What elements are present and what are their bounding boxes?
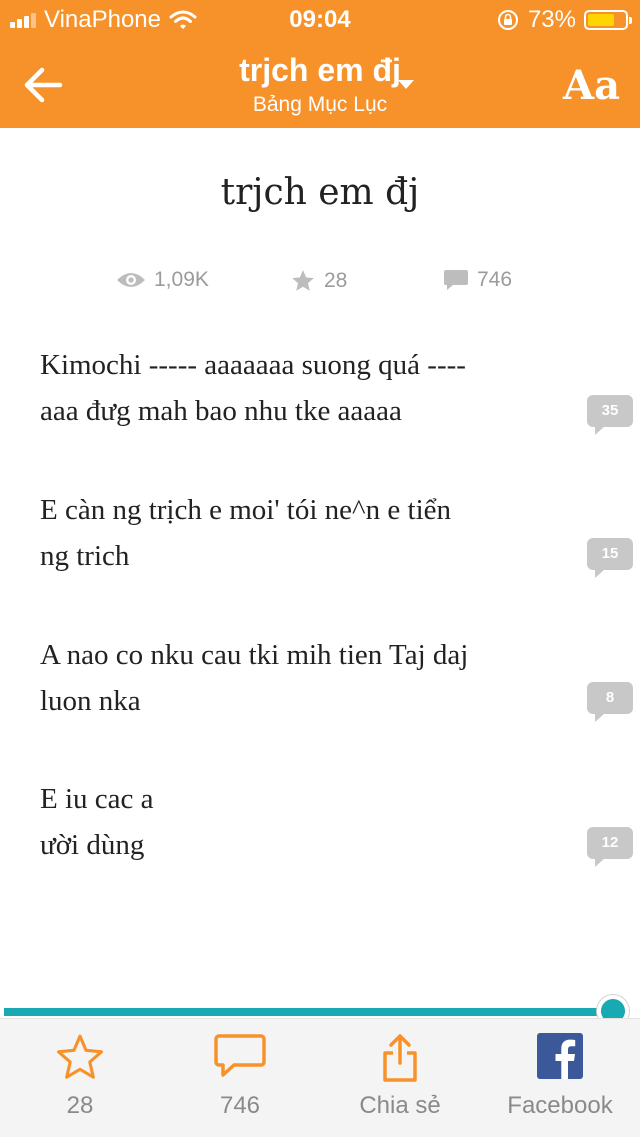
views-stat: 1,09K bbox=[116, 268, 209, 292]
font-settings-button[interactable]: Aa bbox=[563, 62, 620, 109]
battery-percent: 73% bbox=[527, 6, 576, 33]
comment-count: 746 bbox=[219, 1092, 261, 1119]
inline-comment-button[interactable]: 8 bbox=[587, 682, 633, 722]
bottom-toolbar: 28 746 Chia sẻ Facebook bbox=[0, 1018, 640, 1137]
paragraph-line: ười dùng bbox=[40, 829, 145, 861]
share-icon bbox=[383, 1034, 417, 1082]
comments-button[interactable]: 746 bbox=[160, 1019, 320, 1137]
reading-progress-bar[interactable] bbox=[4, 1008, 616, 1016]
story-title: trjch em đj bbox=[239, 52, 401, 88]
comment-outline-icon bbox=[214, 1034, 266, 1077]
star-icon bbox=[292, 270, 314, 291]
paragraph[interactable]: E càn ng trịch e moi' tói ne^n e tiển ng… bbox=[40, 487, 570, 579]
comment-icon bbox=[444, 270, 468, 290]
chapter-title: trjch em đj bbox=[220, 172, 420, 213]
share-button[interactable]: Chia sẻ bbox=[320, 1019, 480, 1137]
status-bar: VinaPhone 09:04 73% bbox=[0, 0, 640, 40]
votes-count: 28 bbox=[324, 269, 348, 292]
inline-comment-button[interactable]: 12 bbox=[587, 827, 633, 867]
star-outline-icon bbox=[56, 1034, 104, 1079]
paragraph-line: A nao co nku cau tki mih tien Taj daj bbox=[40, 639, 469, 671]
chapter-stats: 1,09K 28 746 bbox=[0, 268, 640, 302]
facebook-share-button[interactable]: Facebook bbox=[480, 1019, 640, 1137]
facebook-icon bbox=[537, 1033, 583, 1079]
paragraph[interactable]: Kimochi ----- aaaaaaa suong quá ---- aaa… bbox=[40, 342, 570, 434]
paragraph-line: luon nka bbox=[40, 685, 141, 717]
comments-count: 746 bbox=[477, 268, 513, 291]
eye-icon bbox=[117, 273, 145, 287]
status-right: 73% bbox=[496, 6, 632, 34]
rotation-lock-icon bbox=[497, 10, 518, 30]
vote-count: 28 bbox=[66, 1092, 94, 1119]
vote-button[interactable]: 28 bbox=[0, 1019, 160, 1137]
paragraph-line: E iu cac a bbox=[40, 783, 154, 815]
battery-icon bbox=[584, 10, 632, 30]
votes-stat: 28 bbox=[290, 268, 347, 294]
chevron-down-icon[interactable] bbox=[398, 80, 414, 89]
share-label: Chia sẻ bbox=[359, 1092, 441, 1119]
paragraph-line: E càn ng trịch e moi' tói ne^n e tiển bbox=[40, 494, 452, 526]
paragraph-line: Kimochi ----- aaaaaaa suong quá ---- bbox=[40, 349, 466, 381]
views-count: 1,09K bbox=[154, 268, 209, 291]
facebook-label: Facebook bbox=[507, 1092, 613, 1119]
comments-stat: 746 bbox=[443, 268, 512, 292]
inline-comment-button[interactable]: 15 bbox=[587, 538, 633, 578]
back-arrow-icon[interactable] bbox=[20, 60, 70, 110]
table-of-contents-label: Bảng Mục Lục bbox=[252, 93, 388, 116]
paragraph[interactable]: E iu cac a ười dùng bbox=[40, 776, 570, 868]
story-selector[interactable]: trjch em đj Bảng Mục Lục bbox=[140, 52, 500, 117]
paragraph-line: aaa đưg mah bao nhu tke aaaaa bbox=[40, 395, 402, 427]
paragraph-line: ng trich bbox=[40, 540, 130, 572]
top-bar: VinaPhone 09:04 73% trjch em đj Bảng Mục… bbox=[0, 0, 640, 128]
paragraph[interactable]: A nao co nku cau tki mih tien Taj daj lu… bbox=[40, 632, 570, 724]
inline-comment-button[interactable]: 35 bbox=[587, 395, 633, 435]
